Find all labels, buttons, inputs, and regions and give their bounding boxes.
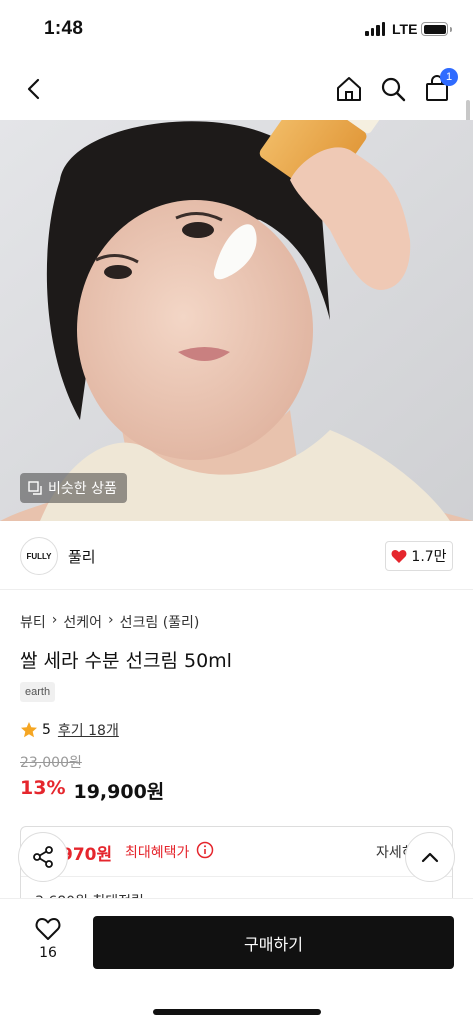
product-tag: earth bbox=[20, 682, 56, 702]
chevron-right-icon: › bbox=[108, 612, 114, 628]
sale-price: 19,900원 bbox=[73, 781, 165, 803]
back-button[interactable] bbox=[17, 72, 51, 106]
breadcrumb-item[interactable]: 선크림 (풀리) bbox=[120, 612, 200, 632]
breadcrumb-item[interactable]: 선케어 bbox=[63, 612, 102, 632]
info-icon[interactable] bbox=[196, 841, 214, 859]
rating-row: 5 후기 18개 bbox=[20, 720, 119, 740]
reviews-link[interactable]: 후기 18개 bbox=[58, 720, 119, 740]
battery-icon bbox=[421, 22, 452, 36]
brand-like-button[interactable]: 1.7만 bbox=[385, 541, 453, 571]
brand-name[interactable]: 풀리 bbox=[68, 546, 96, 567]
home-button[interactable] bbox=[332, 72, 366, 106]
divider bbox=[21, 876, 452, 877]
status-bar: 1:48 LTE bbox=[0, 0, 473, 60]
search-button[interactable] bbox=[376, 72, 410, 106]
copy-icon bbox=[28, 480, 42, 495]
heart-filled-icon bbox=[391, 549, 407, 563]
discount-rate: 13% bbox=[20, 777, 66, 799]
cart-button[interactable]: 1 bbox=[420, 68, 458, 106]
similar-products-label: 비슷한 상품 bbox=[48, 481, 117, 497]
brand-logo: FULLY bbox=[20, 537, 58, 575]
breadcrumb-item[interactable]: 뷰티 bbox=[20, 612, 46, 632]
rating-value: 5 bbox=[42, 722, 51, 738]
share-icon bbox=[33, 846, 53, 868]
brand-row[interactable]: FULLY 풀리 1.7만 bbox=[0, 522, 473, 590]
star-icon bbox=[21, 722, 37, 738]
share-button[interactable] bbox=[18, 832, 68, 882]
heart-outline-icon bbox=[35, 918, 61, 940]
chevron-right-icon: › bbox=[51, 612, 58, 628]
wishlist-button[interactable]: 16 bbox=[24, 917, 72, 961]
price-row: 13% 19,900원 bbox=[20, 777, 164, 804]
model-photo bbox=[0, 120, 473, 521]
signal-icon bbox=[365, 22, 385, 36]
search-icon bbox=[381, 77, 406, 102]
breadcrumb: 뷰티 › 선케어 › 선크림 (풀리) bbox=[20, 612, 199, 632]
original-price: 23,000원 bbox=[20, 755, 82, 771]
buy-button[interactable]: 구매하기 bbox=[93, 916, 454, 969]
benefit-price: 970원 bbox=[61, 845, 113, 865]
scroll-top-button[interactable] bbox=[405, 832, 455, 882]
network-label: LTE bbox=[392, 21, 418, 37]
chevron-left-icon bbox=[27, 78, 40, 100]
bottom-action-bar: 16 구매하기 bbox=[0, 898, 473, 1024]
cart-count-badge: 1 bbox=[440, 68, 458, 86]
product-image[interactable]: boonagoonara bbox=[0, 120, 473, 521]
benefit-label: 최대혜택가 bbox=[125, 845, 190, 861]
brand-like-count: 1.7만 bbox=[411, 549, 447, 565]
chevron-up-icon bbox=[421, 852, 439, 863]
status-time: 1:48 bbox=[44, 18, 84, 39]
top-nav: 1 bbox=[0, 60, 473, 120]
wishlist-count: 16 bbox=[39, 945, 57, 961]
product-title: 쌀 세라 수분 선크림 50ml bbox=[20, 650, 232, 672]
similar-products-button[interactable]: 비슷한 상품 bbox=[20, 473, 127, 503]
home-indicator bbox=[153, 1009, 321, 1015]
home-icon bbox=[337, 77, 361, 101]
